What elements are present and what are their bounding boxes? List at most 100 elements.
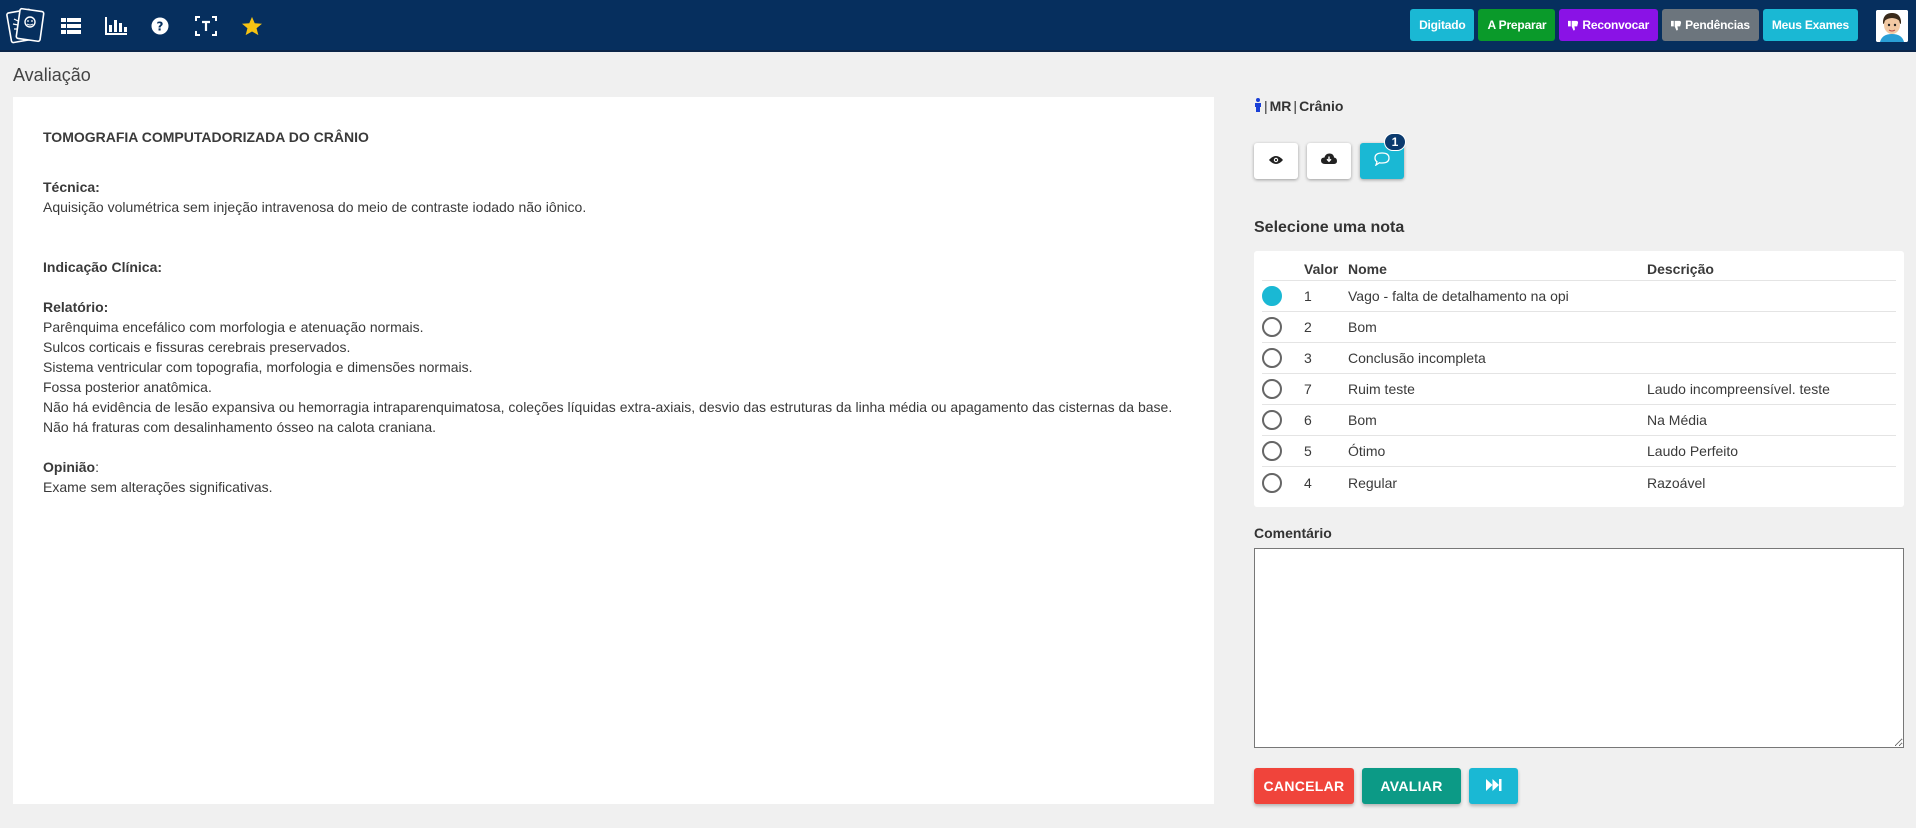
relatorio-line: Não há fraturas com desalinhamento ósseo… — [43, 419, 437, 435]
relatorio-line: Fossa posterior anatômica. — [43, 379, 212, 395]
cancel-label: CANCELAR — [1263, 778, 1345, 794]
header-descricao: Descrição — [1647, 260, 1714, 277]
text-select-icon[interactable] — [194, 14, 218, 38]
grade-row[interactable]: 2 Bom — [1262, 312, 1896, 343]
header-nome: Nome — [1348, 260, 1387, 277]
evaluation-panel: | MR | Crânio 1 Selecione uma nota Valor… — [1254, 97, 1904, 804]
grade-radio[interactable] — [1262, 286, 1282, 306]
comment-count-badge: 1 — [1384, 133, 1406, 151]
grade-value: 5 — [1304, 443, 1312, 459]
grade-description: Laudo incompreensível. teste — [1647, 381, 1830, 397]
grade-section-title: Selecione uma nota — [1254, 219, 1405, 236]
thumbs-down-icon — [1568, 20, 1579, 31]
grade-name: Bom — [1348, 319, 1377, 335]
grade-name: Vago - falta de detalhamento na opi — [1348, 288, 1569, 304]
exam-region: Crânio — [1299, 98, 1344, 114]
grade-value: 1 — [1304, 288, 1312, 304]
opiniao-colon: : — [95, 459, 100, 475]
bar-chart-icon[interactable] — [104, 14, 128, 38]
header-valor: Valor — [1304, 260, 1339, 277]
a-preparar-button[interactable]: A Preparar — [1478, 9, 1556, 41]
grade-row[interactable]: 6 Bom Na Média — [1262, 405, 1896, 436]
grade-table: Valor Nome Descrição 1 Vago - falta de d… — [1254, 251, 1904, 507]
opiniao-label: Opinião — [43, 459, 96, 475]
digitado-label: Digitado — [1419, 18, 1466, 32]
grade-value: 6 — [1304, 412, 1312, 428]
grade-description: Razoável — [1647, 474, 1706, 491]
opiniao-text: Exame sem alterações significativas. — [43, 479, 273, 495]
grade-radio[interactable] — [1262, 317, 1282, 337]
skip-forward-icon — [1485, 778, 1502, 794]
comments-button[interactable]: 1 — [1360, 133, 1406, 179]
grade-value: 7 — [1304, 381, 1312, 397]
exam-modality: MR — [1269, 98, 1292, 114]
grade-name: Regular — [1348, 474, 1398, 491]
reconvocar-button[interactable]: Reconvocar — [1559, 9, 1659, 41]
a-preparar-label: A Preparar — [1487, 18, 1547, 32]
next-button[interactable] — [1469, 768, 1518, 804]
cancel-button[interactable]: CANCELAR — [1254, 768, 1354, 804]
cloud-download-icon — [1321, 152, 1337, 170]
grade-value: 3 — [1304, 350, 1312, 366]
separator: | — [1293, 98, 1298, 114]
relatorio-line: Não há evidência de lesão expansiva ou h… — [43, 399, 1173, 415]
grade-table-header: Valor Nome Descrição — [1262, 257, 1896, 281]
action-buttons: 1 — [1254, 133, 1406, 179]
help-icon[interactable]: ? — [148, 14, 172, 38]
status-button-group: Digitado A Preparar Reconvocar Pendência… — [1410, 9, 1858, 41]
exam-info: | MR | Crânio — [1254, 97, 1904, 115]
grade-radio[interactable] — [1262, 472, 1282, 493]
grade-description: Laudo Perfeito — [1647, 443, 1739, 459]
download-button[interactable] — [1307, 143, 1351, 179]
report-title: TOMOGRAFIA COMPUTADORIZADA DO CRÂNIO — [43, 129, 369, 145]
evaluate-button[interactable]: AVALIAR — [1362, 768, 1461, 804]
pendencias-label: Pendências — [1685, 18, 1750, 32]
meus-exames-button[interactable]: Meus Exames — [1762, 9, 1858, 41]
relatorio-label: Relatório: — [43, 299, 109, 315]
grade-value: 4 — [1304, 474, 1312, 491]
separator: | — [1264, 98, 1268, 114]
eye-icon — [1269, 152, 1283, 170]
svg-text:?: ? — [157, 20, 164, 34]
relatorio-line: Sistema ventricular com topografia, morf… — [43, 359, 473, 375]
grade-name: Ruim teste — [1348, 381, 1415, 397]
form-buttons: CANCELAR AVALIAR — [1254, 768, 1518, 804]
grade-radio[interactable] — [1262, 410, 1282, 430]
grade-row[interactable]: 7 Ruim teste Laudo incompreensível. test… — [1262, 374, 1896, 405]
grade-radio[interactable] — [1262, 379, 1282, 399]
grade-description: Na Média — [1647, 412, 1707, 428]
top-navbar: ? Digitado A Preparar Reconvocar Pendênc… — [0, 0, 1916, 52]
report-panel: TOMOGRAFIA COMPUTADORIZADA DO CRÂNIO Téc… — [13, 97, 1214, 804]
indicacao-label: Indicação Clínica: — [43, 259, 163, 275]
list-icon[interactable] — [59, 14, 83, 38]
evaluate-label: AVALIAR — [1380, 778, 1443, 794]
pendencias-button[interactable]: Pendências — [1662, 9, 1759, 41]
grade-row[interactable]: 1 Vago - falta de detalhamento na opi — [1262, 281, 1896, 312]
view-button[interactable] — [1254, 143, 1298, 179]
tecnica-label: Técnica: — [43, 179, 100, 195]
logo-icon[interactable] — [6, 5, 46, 47]
digitado-button[interactable]: Digitado — [1410, 9, 1475, 41]
grade-row[interactable]: 4 Regular Razoável — [1262, 467, 1896, 498]
grade-name: Ótimo — [1348, 443, 1386, 459]
grade-value: 2 — [1304, 319, 1312, 335]
grade-name: Bom — [1348, 412, 1377, 428]
relatorio-line: Parênquima encefálico com morfologia e a… — [43, 319, 424, 335]
grade-radio[interactable] — [1262, 441, 1282, 461]
relatorio-line: Sulcos corticais e fissuras cerebrais pr… — [43, 339, 351, 355]
meus-exames-label: Meus Exames — [1771, 18, 1849, 32]
comment-textarea[interactable] — [1254, 548, 1904, 748]
grade-row[interactable]: 5 Ótimo Laudo Perfeito — [1262, 436, 1896, 467]
grade-radio[interactable] — [1262, 348, 1282, 368]
user-avatar[interactable] — [1876, 10, 1908, 42]
thumbs-down-icon — [1671, 20, 1682, 31]
tecnica-text: Aquisição volumétrica sem injeção intrav… — [43, 199, 587, 215]
grade-name: Conclusão incompleta — [1348, 350, 1486, 366]
comment-icon — [1374, 151, 1390, 171]
grade-row[interactable]: 3 Conclusão incompleta — [1262, 343, 1896, 374]
person-icon — [1254, 97, 1262, 115]
star-icon[interactable] — [240, 14, 264, 38]
reconvocar-label: Reconvocar — [1582, 18, 1650, 32]
comment-label: Comentário — [1254, 525, 1332, 541]
page-title: Avaliação — [13, 65, 91, 85]
